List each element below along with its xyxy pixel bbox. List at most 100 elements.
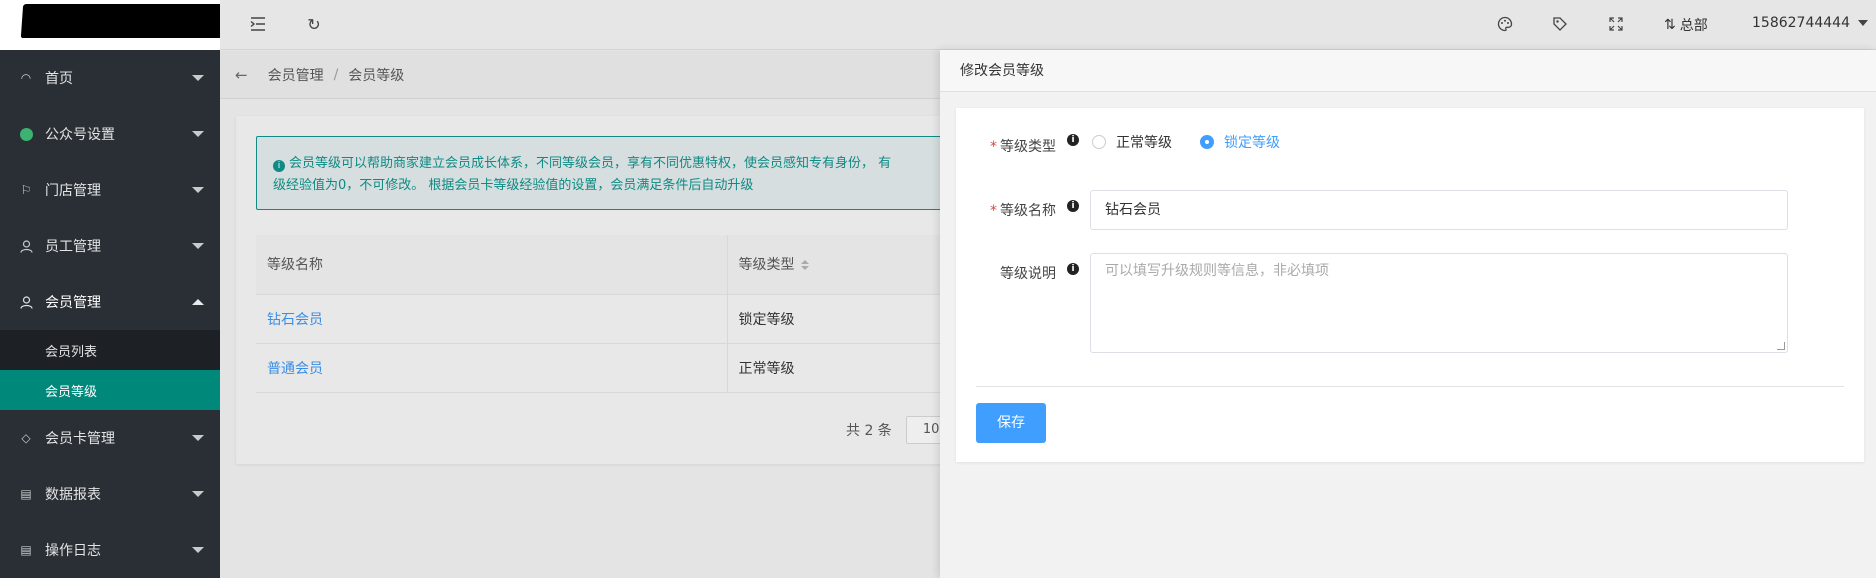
wechat-icon (19, 127, 33, 141)
info-icon[interactable]: i (1067, 134, 1079, 146)
sidebar-item-label: 操作日志 (45, 543, 101, 559)
column-header-name: 等级名称 (256, 235, 728, 295)
desc-label: 等级说明 (1000, 266, 1056, 282)
level-type-cell: 锁定等级 (727, 294, 976, 344)
diamond-icon: ◇ (21, 431, 31, 445)
type-label-text: 等级类型 (1000, 139, 1056, 155)
sidebar-item-home[interactable]: ◠ 首页 (0, 50, 220, 106)
sidebar-item-staff[interactable]: 员工管理 (0, 218, 220, 274)
tag-icon[interactable] (1550, 14, 1570, 34)
breadcrumb-separator: / (333, 66, 339, 83)
dashboard-icon: ◠ (20, 71, 32, 85)
radio-circle (1200, 135, 1214, 149)
back-arrow-icon[interactable]: ← (235, 66, 248, 84)
chevron-down-icon (192, 75, 204, 81)
chevron-down-icon (192, 131, 204, 137)
chevron-down-icon (192, 243, 204, 249)
level-type-cell: 正常等级 (727, 343, 976, 393)
top-header: ↻ ⇅ 总部 15862744444 (220, 0, 1876, 50)
sidebar-item-member-cards[interactable]: ◇ 会员卡管理 (0, 410, 220, 466)
chevron-down-icon (1857, 20, 1868, 26)
branch-switch[interactable]: ⇅ 总部 (1664, 15, 1708, 35)
alert-line-1: i 会员等级可以帮助商家建立会员成长体系，不同等级会员，享有不同优惠特权，使会员感… (273, 153, 959, 175)
sidebar-item-reports[interactable]: ▤ 数据报表 (0, 466, 220, 522)
resize-handle[interactable] (1777, 342, 1785, 350)
textarea-placeholder: 可以填写升级规则等信息，非必填项 (1105, 263, 1329, 279)
required-mark: * (990, 139, 997, 155)
clipboard-icon: ▤ (20, 487, 32, 501)
sidebar-item-label: 会员卡管理 (45, 431, 115, 447)
sidebar-item-label: 门店管理 (45, 183, 101, 199)
sidebar-item-label: 会员管理 (45, 295, 101, 311)
logo (0, 0, 230, 50)
levels-table: 等级名称 等级类型 钻石会员 锁定等级 普通会员 正常等级 (256, 235, 976, 393)
menu-collapse-icon[interactable] (248, 14, 268, 34)
sidebar-item-label: 首页 (45, 71, 73, 87)
fullscreen-icon[interactable] (1606, 14, 1626, 34)
submenu-item-label: 会员列表 (45, 344, 98, 360)
members-submenu: 会员列表 会员等级 (0, 330, 220, 410)
radio-locked-level[interactable]: 锁定等级 (1200, 132, 1280, 152)
sort-icon[interactable] (800, 260, 809, 271)
breadcrumb: ← 会员管理 / 会员等级 (220, 51, 940, 99)
table-header-row: 等级名称 等级类型 (256, 235, 976, 295)
table-row: 钻石会员 锁定等级 (256, 294, 976, 344)
level-name-link[interactable]: 钻石会员 (256, 294, 728, 344)
chevron-down-icon (192, 491, 204, 497)
radio-normal-level[interactable]: 正常等级 (1092, 132, 1172, 152)
logo-redaction (20, 4, 230, 38)
refresh-icon[interactable]: ↻ (304, 14, 324, 34)
type-label: * 等级类型 (956, 136, 1056, 156)
table-row: 普通会员 正常等级 (256, 343, 976, 393)
level-description-textarea[interactable]: 可以填写升级规则等信息，非必填项 (1090, 253, 1788, 353)
radio-label: 正常等级 (1116, 135, 1172, 151)
pagination-total: 共 2 条 (846, 423, 892, 439)
name-label: * 等级名称 (956, 200, 1056, 220)
name-label-text: 等级名称 (1000, 203, 1056, 219)
info-icon[interactable]: i (1067, 200, 1079, 212)
column-header-label: 等级名称 (267, 257, 323, 274)
main-card: i 会员等级可以帮助商家建立会员成长体系，不同等级会员，享有不同优惠特权，使会员感… (236, 116, 976, 464)
level-name-input[interactable]: 钻石会员 (1090, 190, 1788, 230)
user-icon (19, 239, 33, 253)
branch-label: 总部 (1679, 18, 1708, 34)
user-name: 15862744444 (1752, 15, 1850, 31)
form-divider (976, 386, 1844, 387)
save-button[interactable]: 保存 (976, 403, 1046, 443)
sidebar-item-stores[interactable]: ⚐ 门店管理 (0, 162, 220, 218)
flag-icon: ⚐ (20, 183, 32, 197)
info-alert: i 会员等级可以帮助商家建立会员成长体系，不同等级会员，享有不同优惠特权，使会员感… (256, 136, 976, 210)
submenu-item-member-levels[interactable]: 会员等级 (0, 370, 220, 410)
alert-text-1: 会员等级可以帮助商家建立会员成长体系，不同等级会员，享有不同优惠特权，使会员感知… (289, 156, 892, 171)
drawer-title: 修改会员等级 (940, 50, 1876, 92)
sidebar-item-label: 数据报表 (45, 487, 101, 503)
chevron-up-icon (192, 299, 204, 305)
column-header-type[interactable]: 等级类型 (727, 235, 976, 295)
breadcrumb-parent[interactable]: 会员管理 (268, 65, 324, 85)
info-icon[interactable]: i (1067, 263, 1079, 275)
column-header-label: 等级类型 (738, 257, 795, 274)
required-mark: * (990, 203, 997, 219)
sidebar-item-label: 员工管理 (45, 239, 101, 255)
chevron-down-icon (192, 547, 204, 553)
alert-text-2: 级经验值为0，不可修改。 根据会员卡等级经验值的设置，会员满足条件后自动升级 (273, 178, 754, 193)
sidebar-item-label: 公众号设置 (45, 127, 115, 143)
edit-level-drawer: 修改会员等级 * 等级类型 i 正常等级 锁定等级 * 等级名称 i 钻石会员 等级… (940, 50, 1876, 578)
user-menu[interactable]: 15862744444 (1752, 15, 1868, 31)
sidebar: ◠ 首页 公众号设置 ⚐ 门店管理 员工管理 会员管理 会员列表 会员等级 ◇ (0, 0, 230, 578)
breadcrumb-current: 会员等级 (348, 67, 405, 84)
level-name-link[interactable]: 普通会员 (256, 343, 728, 393)
user-icon (19, 295, 33, 309)
radio-circle (1092, 135, 1106, 149)
info-icon: i (273, 160, 285, 172)
submenu-item-member-list[interactable]: 会员列表 (0, 330, 220, 370)
clipboard-icon: ▤ (20, 543, 32, 557)
theme-palette-icon[interactable] (1495, 14, 1515, 34)
switch-icon: ⇅ (1664, 17, 1676, 33)
sidebar-item-wechat-settings[interactable]: 公众号设置 (0, 106, 220, 162)
chevron-down-icon (192, 187, 204, 193)
submenu-item-label: 会员等级 (45, 384, 98, 400)
sidebar-item-logs[interactable]: ▤ 操作日志 (0, 522, 220, 578)
sidebar-item-members[interactable]: 会员管理 (0, 274, 220, 330)
chevron-down-icon (192, 435, 204, 441)
